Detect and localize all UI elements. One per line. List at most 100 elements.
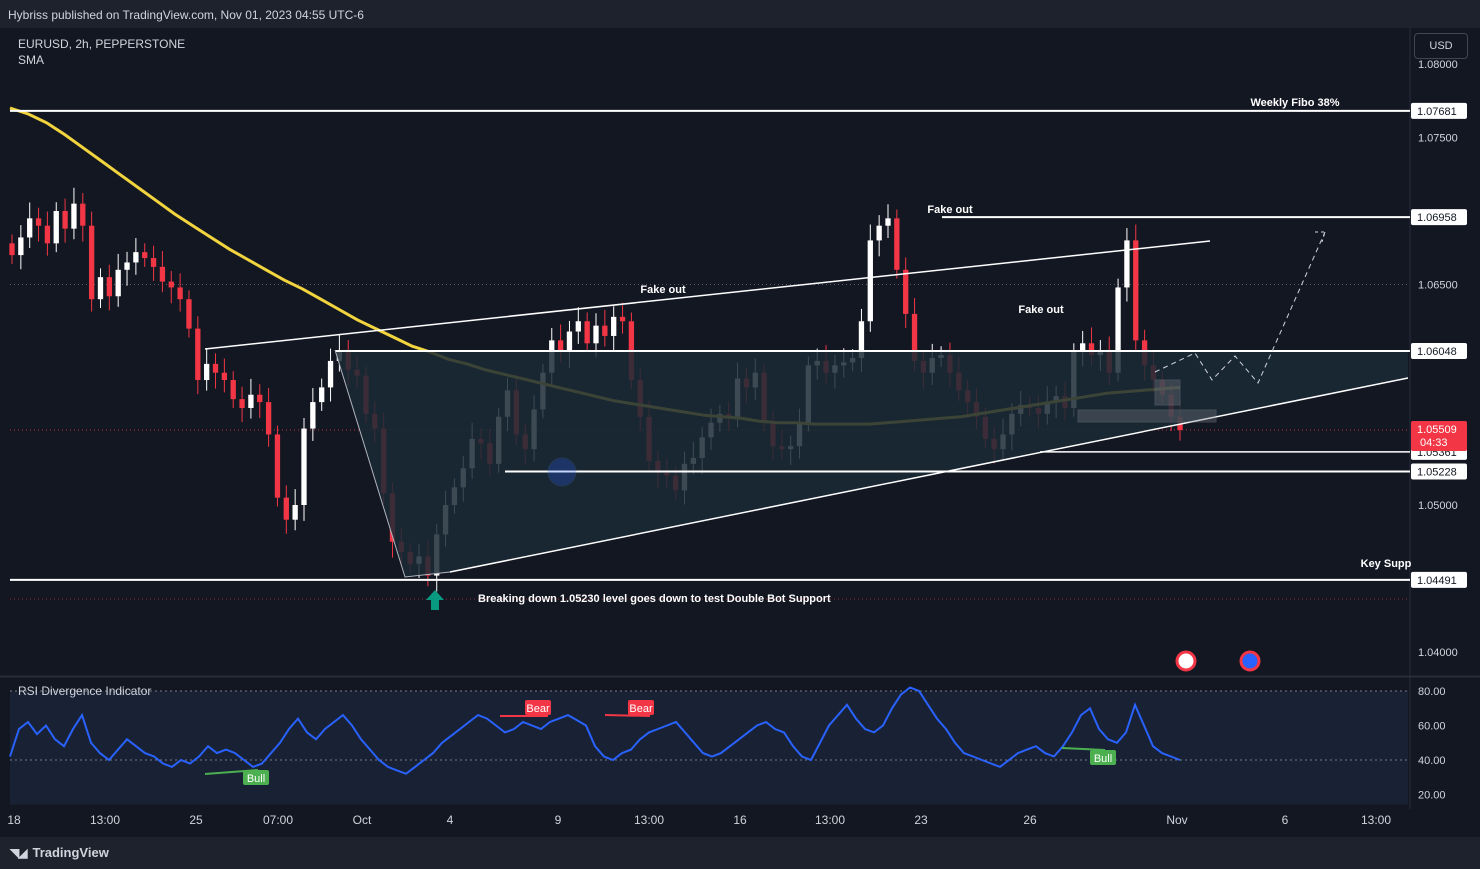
- time-axis: 18 13:00 25 07:00 Oct 4 9 13:00 16 13:00 23 26 Nov 6 1…: [7, 813, 1391, 827]
- currency-button[interactable]: USD: [1414, 33, 1468, 59]
- candle-body: [283, 497, 289, 520]
- annotation-text: Fake out: [927, 204, 973, 216]
- candle-body: [327, 360, 334, 388]
- price-tick-label: 1.06500: [1418, 280, 1458, 292]
- candle-body: [124, 262, 130, 270]
- zone-box: [1077, 409, 1217, 423]
- candle-body: [248, 394, 254, 408]
- level-tag-label: 1.06048: [1417, 346, 1457, 358]
- up-arrow-icon: [426, 590, 444, 610]
- candle-body: [212, 363, 219, 373]
- symbol-title: EURUSD, 2h, PEPPERSTONE: [18, 37, 186, 51]
- countdown-label: 04:33: [1420, 437, 1448, 449]
- divergence-badge-label: Bear: [526, 703, 550, 715]
- time-tick-label: 13:00: [1361, 813, 1391, 827]
- divergence-line: [604, 714, 651, 717]
- level-tag-label: 1.04491: [1417, 575, 1457, 587]
- candle-body: [88, 225, 95, 300]
- candle-body: [265, 402, 272, 435]
- time-tick-label: Oct: [353, 813, 372, 827]
- us-flag-event-icon: [1175, 650, 1197, 672]
- chart-area[interactable]: Bull Bear Bear Bull 1.08000 1.07500 1.06500 1.…: [0, 28, 1480, 837]
- candle-body: [319, 387, 325, 403]
- candle-body: [885, 218, 891, 226]
- candle-body: [62, 211, 68, 229]
- rsi-tick-label: 40.00: [1418, 755, 1446, 767]
- publisher-text: Hybriss published on TradingView.com, No…: [8, 8, 364, 22]
- candle-body: [274, 434, 281, 498]
- candle-body: [44, 225, 51, 244]
- time-tick-label: 13:00: [634, 813, 664, 827]
- rsi-pane: Bull Bear Bear Bull: [9, 686, 1408, 805]
- candle-body: [584, 321, 590, 344]
- candle-body: [1133, 240, 1139, 341]
- time-tick-label: 16: [733, 813, 747, 827]
- candle-body: [97, 277, 104, 300]
- annotation-text: Fake out: [640, 284, 686, 296]
- candle-body: [1124, 240, 1130, 288]
- rsi-band: [10, 691, 1408, 805]
- candle-body: [106, 277, 112, 297]
- level-tag-label: 1.06958: [1417, 212, 1457, 224]
- rsi-tick-label: 20.00: [1418, 790, 1446, 802]
- tradingview-logo[interactable]: ◥◢ TradingView: [10, 845, 109, 860]
- candle-body: [566, 331, 573, 353]
- candle-body: [150, 258, 157, 267]
- candle-body: [575, 321, 581, 332]
- price-tick-label: 1.05000: [1418, 500, 1458, 512]
- level-tag-label: 1.07681: [1417, 106, 1457, 118]
- time-tick-label: 4: [447, 813, 454, 827]
- candle-body: [903, 269, 909, 314]
- price-tick-label: 1.08000: [1418, 59, 1458, 71]
- divergence-badge-label: Bull: [247, 773, 265, 785]
- time-tick-label: 07:00: [263, 813, 293, 827]
- time-tick-label: 13:00: [90, 813, 120, 827]
- candle-body: [230, 380, 236, 400]
- range-shade: [335, 350, 1408, 577]
- candle-body: [159, 266, 166, 282]
- time-tick-label: 9: [555, 813, 562, 827]
- candle-body: [292, 505, 298, 520]
- candle-body: [204, 363, 210, 381]
- price-tick-label: 1.07500: [1418, 133, 1458, 145]
- symbol-legend: EURUSD, 2h, PEPPERSTONE SMA: [18, 36, 185, 68]
- candle-body: [9, 243, 15, 256]
- candle-body: [27, 218, 33, 238]
- time-tick-label: 18: [7, 813, 21, 827]
- eu-flag-event-icon: [1239, 650, 1261, 672]
- candle-body: [602, 325, 608, 336]
- candle-body: [168, 281, 174, 288]
- zone-box: [1154, 379, 1181, 406]
- candle-body: [53, 211, 59, 244]
- candle-body: [142, 252, 148, 259]
- annotation-text: Breaking down 1.05230 level goes down to…: [478, 593, 831, 605]
- time-tick-label: 23: [914, 813, 928, 827]
- chart-svg[interactable]: Bull Bear Bear Bull 1.08000 1.07500 1.06500 1.…: [0, 28, 1480, 837]
- candle-body: [186, 299, 192, 329]
- tradingview-brand: TradingView: [32, 845, 109, 860]
- drawings-layer: Weekly Fibo 38% Fake out Fake out Fake out K…: [10, 97, 1412, 672]
- divergence-badge-label: Bull: [1094, 753, 1112, 765]
- candle-body: [221, 372, 228, 381]
- candle-body: [876, 225, 882, 241]
- candle-body: [80, 203, 86, 226]
- candle-body: [239, 399, 245, 408]
- candle-body: [18, 237, 24, 256]
- annotation-text: Key Supp: [1361, 558, 1412, 570]
- candle-body: [195, 328, 201, 381]
- time-tick-label: 25: [189, 813, 203, 827]
- projection-arrowhead: [1315, 231, 1326, 243]
- annotation-text: Weekly Fibo 38%: [1250, 97, 1339, 109]
- annotation-text: Fake out: [1018, 304, 1064, 316]
- time-tick-label: 6: [1282, 813, 1289, 827]
- candle-body: [867, 240, 873, 322]
- candle-body: [619, 316, 626, 322]
- level-tag-label: 1.05228: [1417, 466, 1457, 478]
- indicator-title: SMA: [18, 53, 45, 67]
- highlight-circle: [547, 457, 577, 487]
- candle-body: [71, 203, 77, 229]
- publisher-bar: Hybriss published on TradingView.com, No…: [0, 0, 1480, 28]
- tradingview-logo-icon: ◥◢: [10, 845, 27, 860]
- candle-body: [115, 269, 121, 297]
- candle-body: [133, 252, 139, 263]
